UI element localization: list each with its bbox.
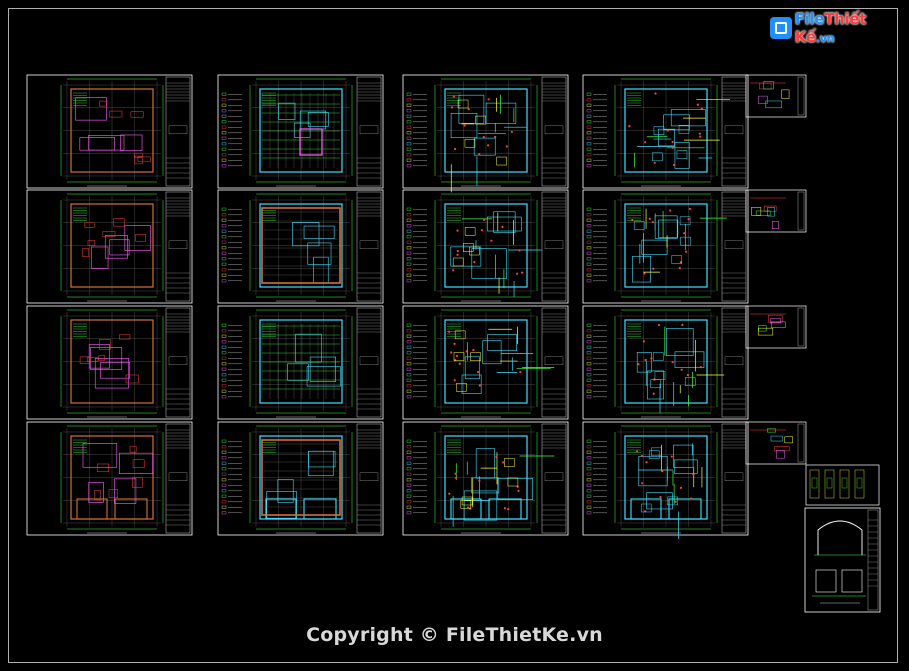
logo-text: FileThiết Kế.vn (795, 10, 909, 46)
logo-part-vn: .vn (815, 32, 835, 45)
model-space-frame (8, 8, 898, 663)
logo-part-file: File (794, 10, 825, 28)
filethietke-logo-icon (770, 17, 792, 39)
copyright-watermark: Copyright © FileThietKe.vn (306, 624, 603, 646)
filethietke-logo: FileThiết Kế.vn (770, 10, 909, 46)
